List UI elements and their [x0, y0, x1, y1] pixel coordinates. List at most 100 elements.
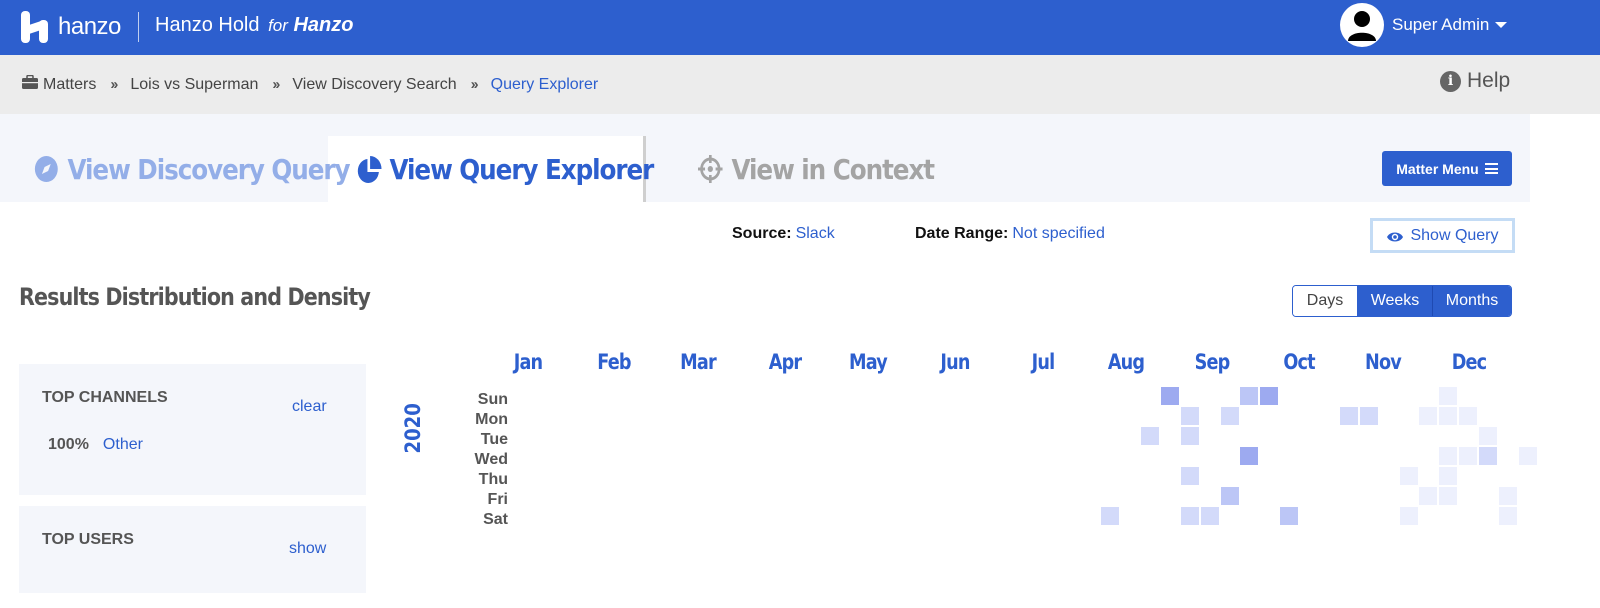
month-label-may: May	[849, 350, 888, 374]
breadcrumb-bar: Matters ›› Lois vs Superman ›› View Disc…	[0, 55, 1600, 114]
heatmap-cell[interactable]	[1400, 467, 1418, 485]
heatmap-cell[interactable]	[1141, 427, 1159, 445]
tab-view-in-context[interactable]: View in Context	[698, 136, 935, 202]
month-label-sep: Sep	[1194, 350, 1231, 374]
show-users-link[interactable]: show	[289, 540, 326, 558]
breadcrumb-matters[interactable]: Matters	[43, 76, 96, 94]
heatmap-cell[interactable]	[1221, 487, 1239, 505]
app-for: for	[268, 16, 288, 35]
heatmap-cell[interactable]	[1499, 487, 1517, 505]
source-label: Source:	[732, 225, 792, 242]
heatmap-cell[interactable]	[1240, 447, 1258, 465]
breadcrumb-current: Query Explorer	[490, 75, 599, 93]
heatmap-cell[interactable]	[1260, 387, 1278, 405]
heatmap-cell[interactable]	[1419, 407, 1437, 425]
hamburger-icon	[1484, 163, 1498, 174]
help-link[interactable]: i Help	[1440, 69, 1510, 93]
double-chevron-right-icon: ››	[110, 76, 118, 93]
month-label-oct: Oct	[1283, 350, 1315, 374]
top-channels-title: TOP CHANNELS	[42, 389, 168, 406]
date-range-value[interactable]: Not specified	[1012, 225, 1105, 242]
logo[interactable]: hanzo	[20, 10, 121, 44]
breadcrumb-discovery-search[interactable]: View Discovery Search	[292, 76, 456, 94]
breadcrumb-matter[interactable]: Lois vs Superman	[130, 76, 258, 94]
double-chevron-right-icon: ››	[272, 76, 280, 93]
heatmap-cell[interactable]	[1439, 387, 1457, 405]
density-heatmap: 2020 Jan Feb Mar Apr May Jun Jul Aug Sep Oct Nov De…	[380, 350, 1600, 550]
source-filter: Source: Slack	[732, 225, 835, 243]
app-name: Hanzo Hold	[155, 14, 260, 36]
app-title: Hanzo Hold for Hanzo	[155, 14, 353, 37]
month-label-jul: Jul	[1031, 350, 1055, 374]
heatmap-cell[interactable]	[1439, 447, 1457, 465]
crosshairs-icon	[698, 155, 723, 183]
channel-name-link[interactable]: Other	[103, 436, 143, 454]
user-name: Super Admin	[1392, 15, 1490, 34]
heatmap-cell[interactable]	[1459, 407, 1477, 425]
heatmap-cell[interactable]	[1340, 407, 1358, 425]
period-toggle: Days Weeks Months	[1292, 285, 1512, 317]
show-query-label: Show Query	[1410, 226, 1499, 244]
month-label-aug: Aug	[1107, 350, 1145, 374]
month-label-apr: Apr	[768, 350, 802, 374]
header-divider	[138, 12, 139, 42]
show-query-button[interactable]: Show Query	[1370, 218, 1515, 253]
heatmap-cell[interactable]	[1519, 447, 1537, 465]
period-weeks-button[interactable]: Weeks	[1357, 286, 1432, 316]
heatmap-cell[interactable]	[1419, 487, 1437, 505]
heatmap-cell[interactable]	[1499, 507, 1517, 525]
period-days-button[interactable]: Days	[1293, 286, 1357, 316]
top-bar: hanzo Hanzo Hold for Hanzo Super Admin	[0, 0, 1600, 55]
heatmap-cell[interactable]	[1181, 427, 1199, 445]
heatmap-cell[interactable]	[1459, 447, 1477, 465]
heatmap-cell[interactable]	[1181, 507, 1199, 525]
top-users-panel: TOP USERS show	[19, 506, 366, 593]
tab-label: View Discovery Query	[67, 152, 350, 186]
hanzo-logo-icon	[20, 10, 50, 44]
clear-channels-link[interactable]: clear	[292, 398, 327, 416]
month-label-mar: Mar	[680, 350, 716, 374]
date-range-label: Date Range:	[915, 225, 1009, 242]
pie-chart-icon	[356, 155, 382, 183]
compass-icon	[34, 155, 59, 183]
heatmap-cell[interactable]	[1479, 427, 1497, 445]
month-label-jan: Jan	[513, 350, 543, 374]
heatmap-cell[interactable]	[1221, 407, 1239, 425]
matter-menu-button[interactable]: Matter Menu	[1382, 151, 1512, 186]
heatmap-cell[interactable]	[1181, 407, 1199, 425]
day-label-wed: Wed	[474, 451, 508, 468]
double-chevron-right-icon: ››	[470, 76, 479, 93]
app-brand: Hanzo	[293, 14, 354, 36]
tab-view-discovery-query[interactable]: View Discovery Query	[34, 136, 351, 202]
day-label-sat: Sat	[483, 511, 508, 528]
heatmap-cell[interactable]	[1439, 487, 1457, 505]
heatmap-cell[interactable]	[1400, 507, 1418, 525]
heatmap-cell[interactable]	[1479, 447, 1497, 465]
month-label-jun: Jun	[940, 350, 970, 374]
list-item: 100% Other	[48, 436, 143, 454]
heatmap-cell[interactable]	[1240, 387, 1258, 405]
heatmap-cell[interactable]	[1161, 387, 1179, 405]
top-channels-panel: TOP CHANNELS clear 100% Other	[19, 364, 366, 495]
source-value[interactable]: Slack	[796, 225, 835, 242]
heatmap-cell[interactable]	[1439, 407, 1457, 425]
heatmap-cell[interactable]	[1360, 407, 1378, 425]
avatar	[1340, 3, 1384, 47]
day-label-thu: Thu	[478, 471, 508, 488]
heatmap-cell[interactable]	[1439, 467, 1457, 485]
heatmap-cell[interactable]	[1181, 467, 1199, 485]
logo-text: hanzo	[58, 13, 121, 40]
period-months-button[interactable]: Months	[1432, 286, 1511, 316]
tab-view-query-explorer[interactable]: View Query Explorer	[356, 136, 654, 202]
heatmap-cell[interactable]	[1280, 507, 1298, 525]
day-label-sun: Sun	[477, 391, 508, 408]
results-title: Results Distribution and Density	[19, 283, 371, 311]
heatmap-cell[interactable]	[1101, 507, 1119, 525]
heatmap-cell[interactable]	[1201, 507, 1219, 525]
month-label-nov: Nov	[1365, 350, 1402, 374]
top-users-title: TOP USERS	[42, 531, 134, 548]
day-label-fri: Fri	[487, 491, 508, 508]
user-menu[interactable]: Super Admin	[1340, 3, 1508, 47]
briefcase-icon	[22, 74, 38, 94]
tab-bar: View Discovery Query View Query Explorer…	[0, 114, 1530, 202]
